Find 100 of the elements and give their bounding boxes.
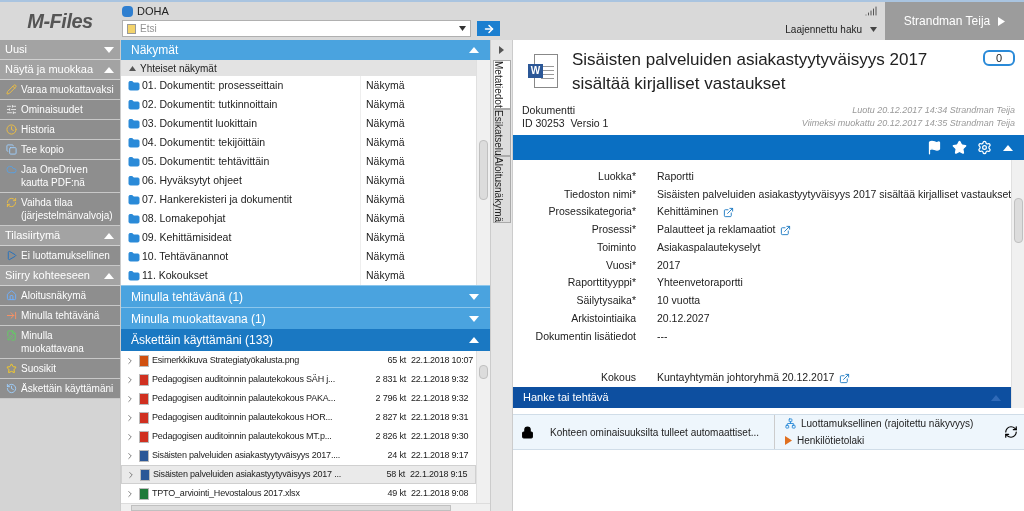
expand-chevron-icon[interactable] — [125, 374, 135, 385]
file-row[interactable]: Esimerkkikuva Strategiatyökalusta.png 65 kt 22.1.2018 10:07 — [121, 351, 476, 370]
view-row[interactable]: 07. Hankerekisteri ja dokumentit Näkymä — [121, 190, 476, 209]
view-name: 04. Dokumentit: tekijöittäin — [142, 134, 266, 150]
expand-arrow-icon[interactable] — [468, 314, 480, 323]
view-row[interactable]: 04. Dokumentit: tekijöittäin Näkymä — [121, 133, 476, 152]
view-row[interactable]: 05. Dokumentit: tehtävittäin Näkymä — [121, 152, 476, 171]
file-row[interactable]: TPTO_arviointi_Hevostalous 2017.xlsx 49 kt 22.1.2018 9:08 — [121, 484, 476, 503]
expand-chevron-icon[interactable] — [125, 488, 135, 499]
file-row[interactable]: Pedagogisen auditoinnin palautekokous PAKA... 2 796 kt 22.1.2018 9:32 — [121, 389, 476, 408]
arrow-right-icon — [482, 22, 495, 35]
property-label: Arkistointiaika — [570, 310, 636, 326]
folder-icon — [128, 155, 140, 168]
expand-chevron-icon[interactable] — [125, 450, 135, 461]
expand-chevron-icon[interactable] — [125, 412, 135, 423]
file-name: Pedagogisen auditoinnin palautekokous MT.p... — [152, 429, 332, 443]
section-title: Hanke tai tehtävä — [523, 390, 609, 406]
flag-icon[interactable] — [927, 140, 942, 155]
view-row[interactable]: 08. Lomakepohjat Näkymä — [121, 209, 476, 228]
view-row[interactable]: 10. Tehtävänannot Näkymä — [121, 247, 476, 266]
footer-item: Luottamuksellinen (rajoitettu näkyvyys) — [801, 417, 974, 431]
file-date: 22.1.2018 9:31 — [410, 410, 470, 424]
file-date: 22.1.2018 9:32 — [410, 391, 470, 405]
view-type: Näkymä — [365, 229, 405, 245]
hierarchy-icon — [785, 418, 796, 429]
collapse-arrow-icon[interactable] — [1002, 143, 1014, 152]
view-row[interactable]: 06. Hyväksytyt ohjeet Näkymä — [121, 171, 476, 190]
file-row[interactable]: Pedagogisen auditoinnin palautekokous SÄH j... 2 831 kt 22.1.2018 9:32 — [121, 370, 476, 389]
file-row[interactable]: Sisäisten palveluiden asiakastyytyväisyys 2017 ... 58 kt 22.1.2018 9:15 — [121, 465, 476, 484]
file-size: 58 kt — [386, 467, 405, 481]
file-row[interactable]: Pedagogisen auditoinnin palautekokous HOR... 2 827 kt 22.1.2018 9:31 — [121, 408, 476, 427]
expand-pane-icon[interactable] — [499, 46, 504, 54]
section-title: Näytä ja muokkaa — [5, 62, 94, 78]
folder-icon — [128, 212, 140, 225]
property-label: Säilytysaika* — [575, 293, 636, 309]
view-row[interactable]: 01. Dokumentit: prosesseittain Näkymä — [121, 76, 476, 95]
file-icon — [139, 354, 149, 367]
settings-icon[interactable] — [977, 140, 992, 155]
dropdown-caret-icon[interactable] — [459, 26, 466, 31]
collapse-arrow-icon[interactable] — [103, 65, 115, 74]
folder-icon — [128, 174, 140, 187]
side-tab[interactable]: Metatiedot — [492, 60, 511, 109]
property-value: Asiakaspalautekyselyt — [657, 239, 761, 255]
section-header[interactable]: Hanke tai tehtävä — [513, 387, 1012, 408]
view-row[interactable]: 02. Dokumentit: tutkinnoittain Näkymä — [121, 95, 476, 114]
file-name: Esimerkkikuva Strategiatyökalusta.png — [152, 353, 300, 367]
view-name: 06. Hyväksytyt ohjeet — [142, 172, 242, 188]
file-icon — [139, 487, 149, 500]
scrollbar[interactable] — [1011, 160, 1024, 408]
expand-chevron-icon[interactable] — [126, 469, 136, 480]
expand-chevron-icon[interactable] — [125, 431, 135, 442]
scrollbar[interactable] — [476, 60, 490, 285]
star-icon[interactable] — [952, 140, 967, 155]
external-link-icon[interactable] — [780, 224, 792, 236]
horizontal-scrollbar[interactable] — [121, 503, 490, 511]
panel-title: Äskettäin käyttämäni (133) — [131, 332, 274, 349]
collapse-arrow-icon[interactable] — [103, 231, 115, 240]
property-label: Vuosi* — [605, 257, 636, 273]
signal-icon — [865, 5, 877, 17]
collapse-arrow-icon[interactable] — [468, 46, 480, 54]
search-combobox[interactable]: Etsi — [122, 20, 471, 37]
external-link-icon[interactable] — [723, 206, 735, 218]
expand-chevron-icon[interactable] — [125, 393, 135, 404]
expand-chevron-icon[interactable] — [125, 355, 135, 366]
side-tab[interactable]: Aloitusnäkymä — [492, 156, 511, 224]
file-name: Sisäisten palveluiden asiakastyytyväisyys 2017.... — [152, 448, 341, 462]
file-row[interactable]: Sisäisten palveluiden asiakastyytyväisyys 2017.... 24 kt 22.1.2018 9:17 — [121, 446, 476, 465]
expand-arrow-icon[interactable] — [468, 292, 480, 301]
folder-icon — [128, 136, 140, 149]
scrollbar[interactable] — [476, 351, 490, 503]
dropdown-caret-icon — [870, 27, 877, 32]
side-tab[interactable]: Esikatselu — [492, 108, 511, 157]
folder-icon — [128, 269, 140, 282]
file-row[interactable]: Pedagogisen auditoinnin palautekokous MT.p... 2 826 kt 22.1.2018 9:30 — [121, 427, 476, 446]
panel-header[interactable]: Äskettäin käyttämäni (133) — [121, 329, 490, 351]
property-value: Kehittäminen — [657, 204, 719, 220]
search-input[interactable]: Etsi — [140, 21, 455, 36]
property-label: Tiedoston nimi* — [563, 186, 636, 202]
property-label: Kokous — [599, 370, 636, 386]
view-row[interactable]: 03. Dokumentit luokittain Näkymä — [121, 114, 476, 133]
collapse-arrow-icon[interactable] — [468, 336, 480, 344]
refresh-icon[interactable] — [1004, 425, 1018, 439]
footer-item: Henkilötietolaki — [797, 434, 865, 448]
file-size: 2 827 kt — [375, 410, 406, 424]
external-link-icon[interactable] — [839, 372, 851, 384]
property-label: Luokka* — [597, 169, 636, 184]
group-header[interactable]: Yhteiset näkymät — [121, 60, 476, 76]
search-button[interactable] — [477, 21, 500, 36]
property-value: Palautteet ja reklamaatiot — [657, 222, 776, 238]
file-name: TPTO_arviointi_Hevostalous 2017.xlsx — [152, 486, 300, 500]
property-label: Dokumentin lisätiedot — [534, 328, 636, 344]
section-title: Uusi — [5, 42, 27, 58]
view-row[interactable]: 09. Kehittämisideat Näkymä — [121, 228, 476, 247]
collapse-arrow-icon[interactable] — [103, 271, 115, 280]
panel-title: Minulla tehtävänä (1) — [131, 288, 244, 306]
folder-icon — [128, 117, 140, 130]
comments-badge[interactable]: 0 — [983, 50, 1015, 66]
view-type: Näkymä — [365, 115, 405, 131]
advanced-search-dropdown[interactable]: Laajennettu haku — [785, 22, 877, 37]
expand-arrow-icon[interactable] — [103, 45, 115, 54]
